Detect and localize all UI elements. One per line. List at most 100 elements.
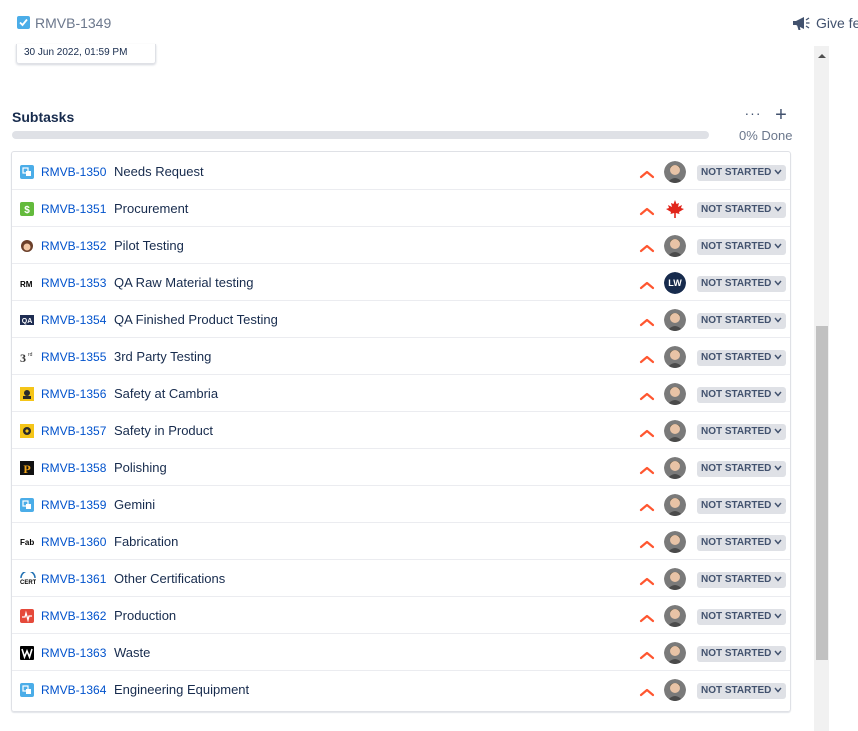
assignee-avatar[interactable] xyxy=(664,346,686,368)
status-dropdown[interactable]: NOT STARTED xyxy=(697,202,787,218)
status-dropdown[interactable]: NOT STARTED xyxy=(697,609,787,625)
subtask-key-link[interactable]: RMVB-1357 xyxy=(41,424,106,438)
assignee-initials: LW xyxy=(664,272,686,294)
subtask-row[interactable]: RMVB-1362 Production NOT STARTED xyxy=(12,596,790,634)
assignee-avatar[interactable] xyxy=(664,457,686,479)
chevron-down-icon xyxy=(774,461,782,477)
assignee-avatar[interactable] xyxy=(664,420,686,442)
subtask-row[interactable]: 3rd RMVB-1355 3rd Party Testing NOT STARTED xyxy=(12,337,790,375)
give-feedback-label: Give fee xyxy=(816,15,858,31)
subtask-key-link[interactable]: RMVB-1350 xyxy=(41,165,106,179)
subtask-key-link[interactable]: RMVB-1358 xyxy=(41,461,106,475)
subtask-summary-link[interactable]: Safety in Product xyxy=(114,423,213,438)
subtask-key-link[interactable]: RMVB-1353 xyxy=(41,276,106,290)
w-icon xyxy=(20,646,34,660)
status-dropdown[interactable]: NOT STARTED xyxy=(697,165,787,181)
subtask-summary-link[interactable]: Polishing xyxy=(114,460,167,475)
subtask-row[interactable]: P RMVB-1358 Polishing NOT STARTED xyxy=(12,448,790,486)
status-dropdown[interactable]: NOT STARTED xyxy=(697,387,787,403)
status-dropdown[interactable]: NOT STARTED xyxy=(697,424,787,440)
subtask-icon xyxy=(20,165,34,179)
subtask-summary-link[interactable]: QA Raw Material testing xyxy=(114,275,253,290)
assignee-avatar[interactable] xyxy=(664,161,686,183)
assignee-avatar[interactable]: LW xyxy=(664,272,686,294)
status-dropdown[interactable]: NOT STARTED xyxy=(697,572,787,588)
subtask-summary-link[interactable]: Fabrication xyxy=(114,534,178,549)
chevron-down-icon xyxy=(774,313,782,329)
priority-high-icon xyxy=(639,647,655,660)
subtask-key-link[interactable]: RMVB-1360 xyxy=(41,535,106,549)
status-dropdown[interactable]: NOT STARTED xyxy=(697,535,787,551)
subtask-summary-link[interactable]: Pilot Testing xyxy=(114,238,184,253)
subtask-summary-link[interactable]: Production xyxy=(114,608,176,623)
chevron-down-icon xyxy=(774,239,782,255)
subtask-summary-link[interactable]: Gemini xyxy=(114,497,155,512)
subtask-key-link[interactable]: RMVB-1352 xyxy=(41,239,106,253)
assignee-avatar[interactable] xyxy=(664,605,686,627)
scrollbar[interactable] xyxy=(814,46,829,731)
subtask-key-link[interactable]: RMVB-1364 xyxy=(41,683,106,697)
subtask-row[interactable]: CERT RMVB-1361 Other Certifications NOT STA… xyxy=(12,559,790,597)
scrollbar-thumb[interactable] xyxy=(816,326,828,660)
subtask-summary-link[interactable]: 3rd Party Testing xyxy=(114,349,211,364)
qa-icon: QA xyxy=(20,313,34,327)
add-subtask-button[interactable]: + xyxy=(771,105,791,125)
more-actions-button[interactable]: ··· xyxy=(743,106,763,124)
status-dropdown[interactable]: NOT STARTED xyxy=(697,239,787,255)
subtask-row[interactable]: RMVB-1352 Pilot Testing NOT STARTED xyxy=(12,226,790,264)
subtask-summary-link[interactable]: Safety at Cambria xyxy=(114,386,218,401)
subtask-key-link[interactable]: RMVB-1362 xyxy=(41,609,106,623)
assignee-avatar[interactable] xyxy=(664,531,686,553)
subtask-row[interactable]: RMVB-1359 Gemini NOT STARTED xyxy=(12,485,790,523)
parent-issue-link[interactable]: RMVB-1349 xyxy=(35,15,111,31)
status-dropdown[interactable]: NOT STARTED xyxy=(697,461,787,477)
assignee-avatar[interactable] xyxy=(664,235,686,257)
subtask-row[interactable]: RMVB-1356 Safety at Cambria NOT STARTED xyxy=(12,374,790,412)
assignee-avatar[interactable] xyxy=(664,309,686,331)
subtask-key-link[interactable]: RMVB-1354 xyxy=(41,313,106,327)
subtask-summary-link[interactable]: Waste xyxy=(114,645,150,660)
subtask-key-link[interactable]: RMVB-1361 xyxy=(41,572,106,586)
subtask-row[interactable]: RM RMVB-1353 QA Raw Material testing LW NOT … xyxy=(12,263,790,301)
priority-high-icon xyxy=(639,425,655,438)
subtask-row[interactable]: RMVB-1357 Safety in Product NOT STARTED xyxy=(12,411,790,449)
subtask-summary-link[interactable]: Other Certifications xyxy=(114,571,225,586)
give-feedback-button[interactable]: Give fee xyxy=(792,13,858,33)
assignee-avatar[interactable] xyxy=(664,679,686,701)
subtask-key-link[interactable]: RMVB-1356 xyxy=(41,387,106,401)
subtask-key-link[interactable]: RMVB-1351 xyxy=(41,202,106,216)
subtask-row[interactable]: Fab RMVB-1360 Fabrication NOT STARTED xyxy=(12,522,790,560)
status-dropdown[interactable]: NOT STARTED xyxy=(697,276,787,292)
subtask-key-link[interactable]: RMVB-1355 xyxy=(41,350,106,364)
chevron-down-icon xyxy=(774,424,782,440)
status-dropdown[interactable]: NOT STARTED xyxy=(697,498,787,514)
priority-high-icon xyxy=(639,536,655,549)
status-dropdown[interactable]: NOT STARTED xyxy=(697,313,787,329)
subtask-key-link[interactable]: RMVB-1359 xyxy=(41,498,106,512)
assignee-avatar[interactable] xyxy=(664,383,686,405)
svg-text:QA: QA xyxy=(22,318,33,325)
subtask-summary-link[interactable]: Needs Request xyxy=(114,164,204,179)
subtask-summary-link[interactable]: Procurement xyxy=(114,201,188,216)
subtask-row[interactable]: RMVB-1363 Waste NOT STARTED xyxy=(12,633,790,671)
subtask-row[interactable]: $ RMVB-1351 Procurement NOT STARTED xyxy=(12,189,790,227)
status-dropdown[interactable]: NOT STARTED xyxy=(697,683,787,699)
subtask-row[interactable]: RMVB-1350 Needs Request NOT STARTED xyxy=(12,152,790,190)
chevron-down-icon xyxy=(774,202,782,218)
subtask-key-link[interactable]: RMVB-1363 xyxy=(41,646,106,660)
subtask-summary-link[interactable]: Engineering Equipment xyxy=(114,682,249,697)
status-dropdown[interactable]: NOT STARTED xyxy=(697,646,787,662)
priority-high-icon xyxy=(639,351,655,364)
scroll-up-arrow-icon[interactable] xyxy=(818,54,826,58)
assignee-avatar[interactable] xyxy=(664,568,686,590)
assignee-avatar[interactable] xyxy=(664,642,686,664)
safety-product-icon xyxy=(20,424,34,438)
assignee-avatar[interactable] xyxy=(664,494,686,516)
status-dropdown[interactable]: NOT STARTED xyxy=(697,350,787,366)
megaphone-icon xyxy=(793,17,810,30)
subtask-summary-link[interactable]: QA Finished Product Testing xyxy=(114,312,278,327)
subtask-row[interactable]: QA RMVB-1354 QA Finished Product Testing NO… xyxy=(12,300,790,338)
subtask-row[interactable]: RMVB-1364 Engineering Equipment NOT STARTE… xyxy=(12,670,790,707)
assignee-avatar[interactable] xyxy=(664,198,686,220)
date-field[interactable]: 30 Jun 2022, 01:59 PM xyxy=(16,44,156,64)
